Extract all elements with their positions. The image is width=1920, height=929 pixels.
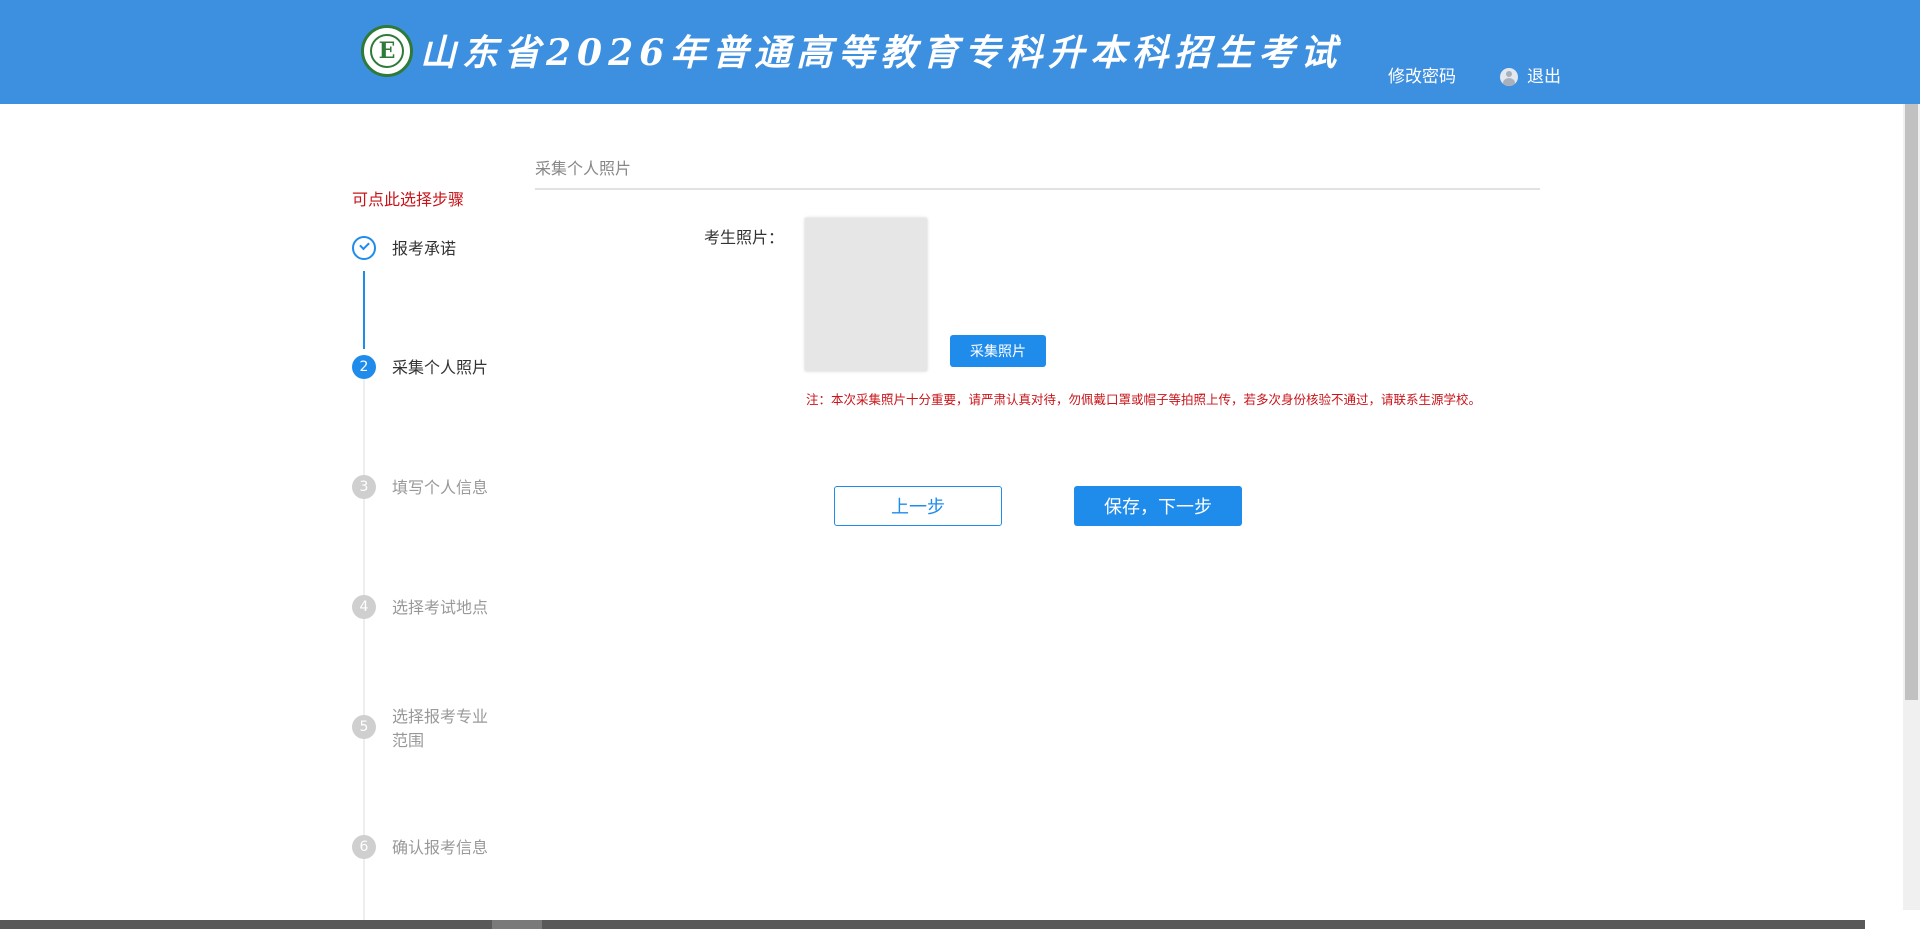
step-item-exam-location[interactable]: 4 选择考试地点 [352, 595, 502, 625]
step-connector [363, 859, 365, 920]
logout-link[interactable]: 退出 [1500, 64, 1561, 90]
step-item-personal-info[interactable]: 3 填写个人信息 [352, 475, 502, 505]
logo-icon: E [361, 25, 413, 77]
step-label: 填写个人信息 [392, 478, 489, 497]
steps-hint: 可点此选择步骤 [352, 190, 465, 209]
step-number: 6 [352, 835, 376, 859]
step-label: 报考承诺 [392, 239, 457, 258]
top-header: E 山东省2026年普通高等教育专科升本科招生考试 修改密码 退出 [0, 0, 1920, 104]
step-label: 确认报考信息 [392, 838, 489, 857]
horizontal-scrollbar[interactable] [0, 920, 1865, 929]
step-connector [363, 271, 365, 349]
step-item-confirm[interactable]: 6 确认报考信息 [352, 835, 502, 865]
capture-photo-button[interactable]: 采集照片 [950, 335, 1046, 367]
step-label: 采集个人照片 [392, 358, 489, 377]
vertical-scrollbar[interactable] [1903, 104, 1920, 920]
step-connector [363, 499, 365, 595]
section-title: 采集个人照片 [535, 155, 1540, 190]
step-number: 4 [352, 595, 376, 619]
site-title: 山东省2026年普通高等教育专科升本科招生考试 [420, 32, 1343, 74]
vertical-scrollbar-thumb[interactable] [1905, 104, 1918, 700]
step-connector [363, 379, 365, 475]
step-connector [363, 619, 365, 715]
step-item-major-range[interactable]: 5 选择报考专业范围 [352, 707, 502, 765]
step-number: 5 [352, 715, 376, 739]
step-number: 2 [352, 355, 376, 379]
photo-note: 注：本次采集照片十分重要，请严肃认真对待，勿佩戴口罩或帽子等拍照上传，若多次身份… [806, 392, 1482, 407]
logo-letter: E [378, 38, 396, 64]
photo-label: 考生照片： [703, 228, 784, 247]
system-tray [1865, 910, 1920, 929]
save-next-button[interactable]: 保存，下一步 [1074, 486, 1242, 526]
step-number: 3 [352, 475, 376, 499]
horizontal-scrollbar-thumb[interactable] [492, 920, 542, 929]
user-icon [1500, 68, 1518, 86]
check-circle-icon [352, 236, 376, 260]
change-password-link[interactable]: 修改密码 [1388, 64, 1456, 90]
photo-preview [805, 218, 927, 371]
step-item-pledge[interactable]: 报考承诺 [352, 236, 502, 266]
prev-step-button[interactable]: 上一步 [834, 486, 1002, 526]
logout-label: 退出 [1527, 67, 1561, 87]
step-item-photo[interactable]: 2 采集个人照片 [352, 355, 502, 385]
step-label: 选择考试地点 [392, 598, 489, 617]
step-label: 选择报考专业范围 [392, 707, 489, 750]
